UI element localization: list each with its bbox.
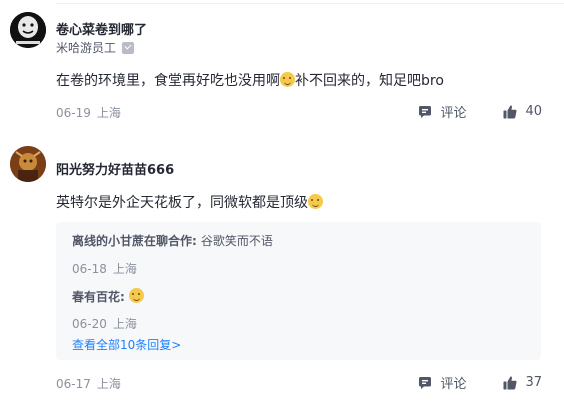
reply-date: 06-18 [72,262,107,276]
thumbs-up-icon [502,104,518,120]
emoji-icon [128,288,144,303]
reply-date: 06-20 [72,317,107,331]
like-count: 40 [525,104,542,119]
comment-text: 英特尔是外企天花板了，同微软都是顶级 [56,192,323,212]
comment-item: 阳光努力好苗苗666 英特尔是外企天花板了，同微软都是顶级 离线的小甘蔗在聊合作… [0,138,564,402]
comment-label: 评论 [440,106,467,121]
comment-text-part1: 英特尔是外企天花板了，同微软都是顶级 [56,195,308,211]
username[interactable]: 卷心菜卷到哪了 [56,19,147,38]
comment-actions: 评论 37 [417,373,542,392]
reply-username[interactable]: 离线的小甘蔗在聊合作: [72,234,197,248]
avatar[interactable] [10,146,46,182]
reply-meta: 06-20 上海 [72,315,137,332]
reply-location: 上海 [112,317,137,331]
comment-meta: 06-17 上海 [56,375,121,392]
reply-text [128,288,144,304]
comment-button[interactable]: 评论 [417,102,466,121]
user-title: 米哈游员工 [56,39,135,56]
comment-item: 卷心菜卷到哪了 米哈游员工 在卷的环境里，食堂再好吃也没用啊 补不回来的，知足吧b… [0,0,564,138]
verified-icon [122,41,135,54]
reply-username[interactable]: 春有百花: [72,290,125,304]
comment-button[interactable]: 评论 [417,373,466,392]
thumbs-up-icon [502,375,518,391]
comment-location: 上海 [96,106,121,120]
reply-meta: 06-18 上海 [72,260,137,277]
comment-text-part1: 在卷的环境里，食堂再好吃也没用啊 [56,73,280,89]
like-button[interactable]: 37 [502,375,542,391]
emoji-icon [308,194,323,209]
comment-text-part2: 补不回来的，知足吧bro [295,73,444,89]
comment-date: 06-17 [56,377,91,391]
comment-label: 评论 [440,377,467,392]
comment-icon [417,104,433,120]
comment-text: 在卷的环境里，食堂再好吃也没用啊 补不回来的，知足吧bro [56,70,444,90]
user-job-title: 米哈游员工 [56,41,117,55]
username[interactable]: 阳光努力好苗苗666 [56,159,174,178]
like-button[interactable]: 40 [502,104,542,120]
emoji-icon [280,72,295,87]
comment-meta: 06-19 上海 [56,104,121,121]
reply-item: 离线的小甘蔗在聊合作: 谷歌笑而不语 [72,232,273,249]
comment-date: 06-19 [56,106,91,120]
reply-item: 春有百花: [72,288,144,305]
comment-actions: 评论 40 [417,102,542,121]
comment-icon [417,375,433,391]
reply-location: 上海 [112,262,137,276]
reply-text: 谷歌笑而不语 [200,234,273,248]
comment-location: 上海 [96,377,121,391]
reply-list: 离线的小甘蔗在聊合作: 谷歌笑而不语 06-18 上海 春有百花: 06-20 上海 … [56,222,541,360]
avatar[interactable] [10,12,46,48]
view-all-replies-link[interactable]: 查看全部10条回复> [72,336,181,353]
like-count: 37 [525,375,542,390]
